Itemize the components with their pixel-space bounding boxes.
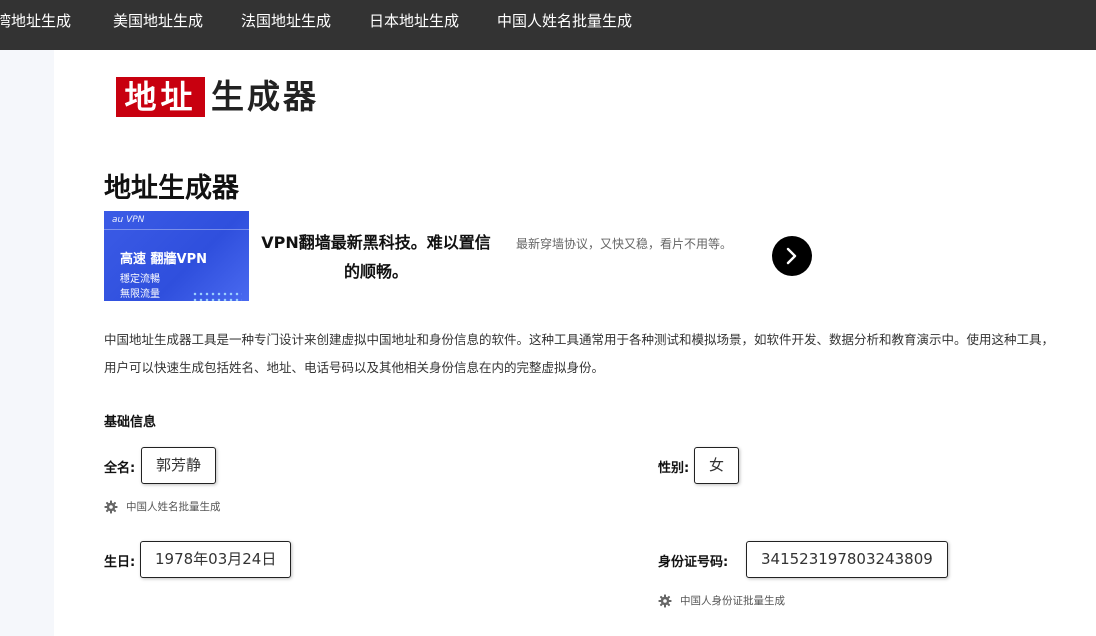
nav-item-us-address[interactable]: 美国地址生成 (113, 10, 203, 32)
ad-description: 最新穿墙协议，又快又稳，看片不用等。 (515, 237, 732, 251)
chevron-right-icon (786, 247, 797, 265)
chinese-names-batch-link-text: 中国人姓名批量生成 (126, 501, 221, 513)
ad-headline: 高速 翻牆VPN (120, 252, 207, 267)
chinese-names-batch-link[interactable]: 中国人姓名批量生成 (104, 499, 284, 515)
ad-divider (104, 229, 249, 230)
nav-item-japan-address[interactable]: 日本地址生成 (369, 10, 459, 32)
section-title-basic-info: 基础信息 (104, 415, 157, 430)
page-title: 地址生成器 (104, 173, 239, 204)
birthday-label: 生日: (104, 555, 136, 570)
name-label: 全名: (104, 461, 136, 476)
ad-open-button[interactable] (772, 236, 812, 276)
chinese-id-batch-link[interactable]: 中国人身份证批量生成 (658, 593, 838, 609)
gear-icon (658, 594, 672, 608)
ad-line-1: 穩定流暢 (120, 274, 160, 285)
gender-label: 性别: (658, 461, 690, 476)
intro-paragraph: 中国地址生成器工具是一种专门设计来创建虚拟中国地址和身份信息的软件。这种工具通常… (104, 332, 1055, 375)
ad-image[interactable]: au VPN 高速 翻牆VPN 穩定流暢 無限流量 (104, 211, 249, 301)
birthday-value[interactable]: 1978年03月24日 (140, 541, 292, 578)
ad-decoration (192, 291, 242, 301)
nav-item-chinese-names-batch[interactable]: 中国人姓名批量生成 (497, 10, 632, 32)
ad-line-2: 無限流量 (120, 289, 160, 300)
site-logo[interactable]: 地址 生成器 (116, 77, 336, 117)
logo-red-block: 地址 (116, 77, 205, 117)
chinese-id-batch-link-text: 中国人身份证批量生成 (680, 595, 785, 607)
name-value[interactable]: 郭芳静 (141, 447, 217, 484)
gender-value[interactable]: 女 (694, 447, 740, 484)
id-number-label: 身份证号码: (658, 555, 729, 570)
gear-icon (104, 500, 118, 514)
ad-brand: au VPN (112, 215, 145, 225)
ad-title[interactable]: VPN翻墙最新黑科技。难以置信的顺畅。 (256, 228, 496, 286)
nav-item-taiwan-address[interactable]: 湾地址生成 (0, 10, 71, 32)
logo-text: 生成器 (211, 77, 319, 116)
nav-item-france-address[interactable]: 法国地址生成 (241, 10, 331, 32)
top-nav-bar: 湾地址生成 美国地址生成 法国地址生成 日本地址生成 中国人姓名批量生成 (0, 0, 1096, 50)
main-content: 地址 生成器 地址生成器 au VPN 高速 翻牆VPN 穩定流暢 無限流量 V… (54, 50, 1096, 636)
id-number-value[interactable]: 341523197803243809 (746, 541, 948, 578)
